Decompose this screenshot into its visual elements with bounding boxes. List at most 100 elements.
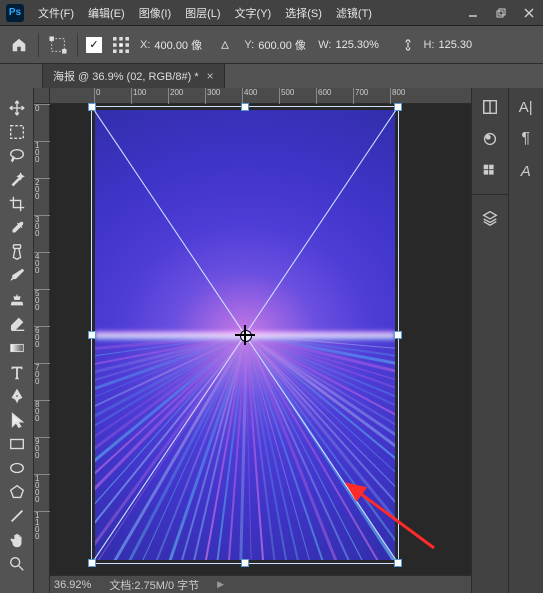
main-menu: 文件(F) 编辑(E) 图像(I) 图层(L) 文字(Y) 选择(S) 滤镜(T… [32, 1, 378, 25]
separator [38, 33, 39, 57]
path-selection-tool[interactable] [3, 408, 31, 432]
transform-handle-br[interactable] [394, 559, 402, 567]
ruler-tick: 3 0 0 [34, 215, 50, 237]
home-icon[interactable] [8, 34, 30, 56]
menu-filter[interactable]: 滤镜(T) [330, 1, 378, 25]
x-input[interactable] [154, 39, 206, 51]
glyphs-icon[interactable]: A [513, 158, 539, 184]
type-tool[interactable] [3, 360, 31, 384]
right-panels: A| ¶ A [471, 88, 543, 593]
magic-wand-tool[interactable] [3, 168, 31, 192]
marquee-tool[interactable] [3, 120, 31, 144]
pen-tool[interactable] [3, 384, 31, 408]
document-tabs: 海报 @ 36.9% (02, RGB/8#) * × [0, 64, 543, 88]
window-minimize[interactable] [459, 0, 487, 26]
polygon-tool[interactable] [3, 480, 31, 504]
zoom-tool[interactable] [3, 552, 31, 576]
x-label: X: [140, 39, 150, 51]
close-icon[interactable]: × [207, 69, 214, 83]
transform-handle-tr[interactable] [394, 103, 402, 111]
line-tool[interactable] [3, 504, 31, 528]
window-controls [459, 0, 543, 26]
ruler-tick: 2 0 0 [34, 178, 50, 200]
ruler-tick: 600 [316, 88, 331, 104]
rectangle-tool[interactable] [3, 432, 31, 456]
workspace: 0 100 200 300 400 500 600 700 800 0 1 0 0… [0, 88, 543, 593]
paragraph-icon[interactable]: ¶ [513, 126, 539, 152]
ruler-horizontal[interactable]: 0 100 200 300 400 500 600 700 800 [50, 88, 471, 104]
options-bar: ✓ X: Y: W: H: [0, 26, 543, 64]
ruler-tick: 100 [131, 88, 146, 104]
library-icon[interactable] [477, 94, 503, 120]
window-restore[interactable] [487, 0, 515, 26]
transform-handle-mr[interactable] [394, 331, 402, 339]
panel-col-b: A| ¶ A [508, 88, 543, 593]
healing-brush-tool[interactable] [3, 240, 31, 264]
lasso-tool[interactable] [3, 144, 31, 168]
transform-tool-icon[interactable] [47, 34, 69, 56]
transform-handle-bm[interactable] [241, 559, 249, 567]
document-tab[interactable]: 海报 @ 36.9% (02, RGB/8#) * × [42, 63, 225, 88]
ruler-tick: 400 [242, 88, 257, 104]
ruler-tick: 200 [168, 88, 183, 104]
ruler-tick: 0 [94, 88, 100, 104]
canvas-area: 0 100 200 300 400 500 600 700 800 0 1 0 0… [34, 88, 471, 593]
delta-icon[interactable] [214, 34, 236, 56]
menu-image[interactable]: 图像(I) [133, 1, 177, 25]
canvas-image [95, 110, 395, 560]
ruler-vertical[interactable]: 0 1 0 0 2 0 0 3 0 0 4 0 0 5 0 0 6 0 0 7 0 0 8 0 … [34, 104, 50, 593]
panel-col-a [472, 88, 508, 593]
menu-select[interactable]: 选择(S) [279, 1, 328, 25]
color-icon[interactable] [477, 126, 503, 152]
eraser-tool[interactable] [3, 312, 31, 336]
menu-edit[interactable]: 编辑(E) [82, 1, 131, 25]
window-close[interactable] [515, 0, 543, 26]
h-label: H: [423, 39, 434, 51]
y-label: Y: [244, 39, 254, 51]
tools-panel [0, 88, 34, 593]
y-input[interactable] [258, 39, 310, 51]
checkbox-option[interactable]: ✓ [86, 37, 102, 53]
reference-point-icon[interactable] [110, 34, 132, 56]
menu-type[interactable]: 文字(Y) [229, 1, 278, 25]
ruler-tick: 1 0 0 [34, 141, 50, 163]
swatches-icon[interactable] [477, 158, 503, 184]
brush-tool[interactable] [3, 264, 31, 288]
layers-icon[interactable] [477, 205, 503, 231]
status-bar: 36.92% 文档:2.75M/0 字节 ▶ [50, 575, 471, 593]
separator [77, 33, 78, 57]
canvas-viewport[interactable] [50, 104, 471, 575]
ellipse-tool[interactable] [3, 456, 31, 480]
crop-tool[interactable] [3, 192, 31, 216]
ruler-tick: 4 0 0 [34, 252, 50, 274]
character-icon[interactable]: A| [513, 94, 539, 120]
ruler-tick: 5 0 0 [34, 289, 50, 311]
ruler-origin[interactable] [34, 88, 50, 104]
transform-handle-bl[interactable] [88, 559, 96, 567]
document-info[interactable]: 文档:2.75M/0 字节 [109, 577, 199, 593]
titlebar: Ps 文件(F) 编辑(E) 图像(I) 图层(L) 文字(Y) 选择(S) 滤… [0, 0, 543, 26]
chevron-right-icon[interactable]: ▶ [217, 579, 224, 590]
w-field: W: [318, 39, 393, 51]
ruler-tick: 8 0 0 [34, 400, 50, 422]
w-input[interactable] [335, 39, 393, 51]
move-tool[interactable] [3, 96, 31, 120]
ruler-tick: 6 0 0 [34, 326, 50, 348]
eyedropper-tool[interactable] [3, 216, 31, 240]
clone-stamp-tool[interactable] [3, 288, 31, 312]
ruler-tick: 1 0 0 0 [34, 474, 50, 503]
hand-tool[interactable] [3, 528, 31, 552]
separator [472, 194, 508, 195]
link-icon[interactable] [401, 34, 415, 56]
menu-layer[interactable]: 图层(L) [179, 1, 226, 25]
w-label: W: [318, 39, 331, 51]
ruler-tick: 1 1 0 0 [34, 511, 50, 540]
ruler-tick: 800 [390, 88, 405, 104]
gradient-tool[interactable] [3, 336, 31, 360]
h-input[interactable] [438, 39, 496, 51]
ruler-tick: 0 [34, 104, 50, 112]
zoom-level[interactable]: 36.92% [54, 579, 91, 591]
h-field: H: [423, 39, 496, 51]
menu-file[interactable]: 文件(F) [32, 1, 80, 25]
ruler-tick: 7 0 0 [34, 363, 50, 385]
